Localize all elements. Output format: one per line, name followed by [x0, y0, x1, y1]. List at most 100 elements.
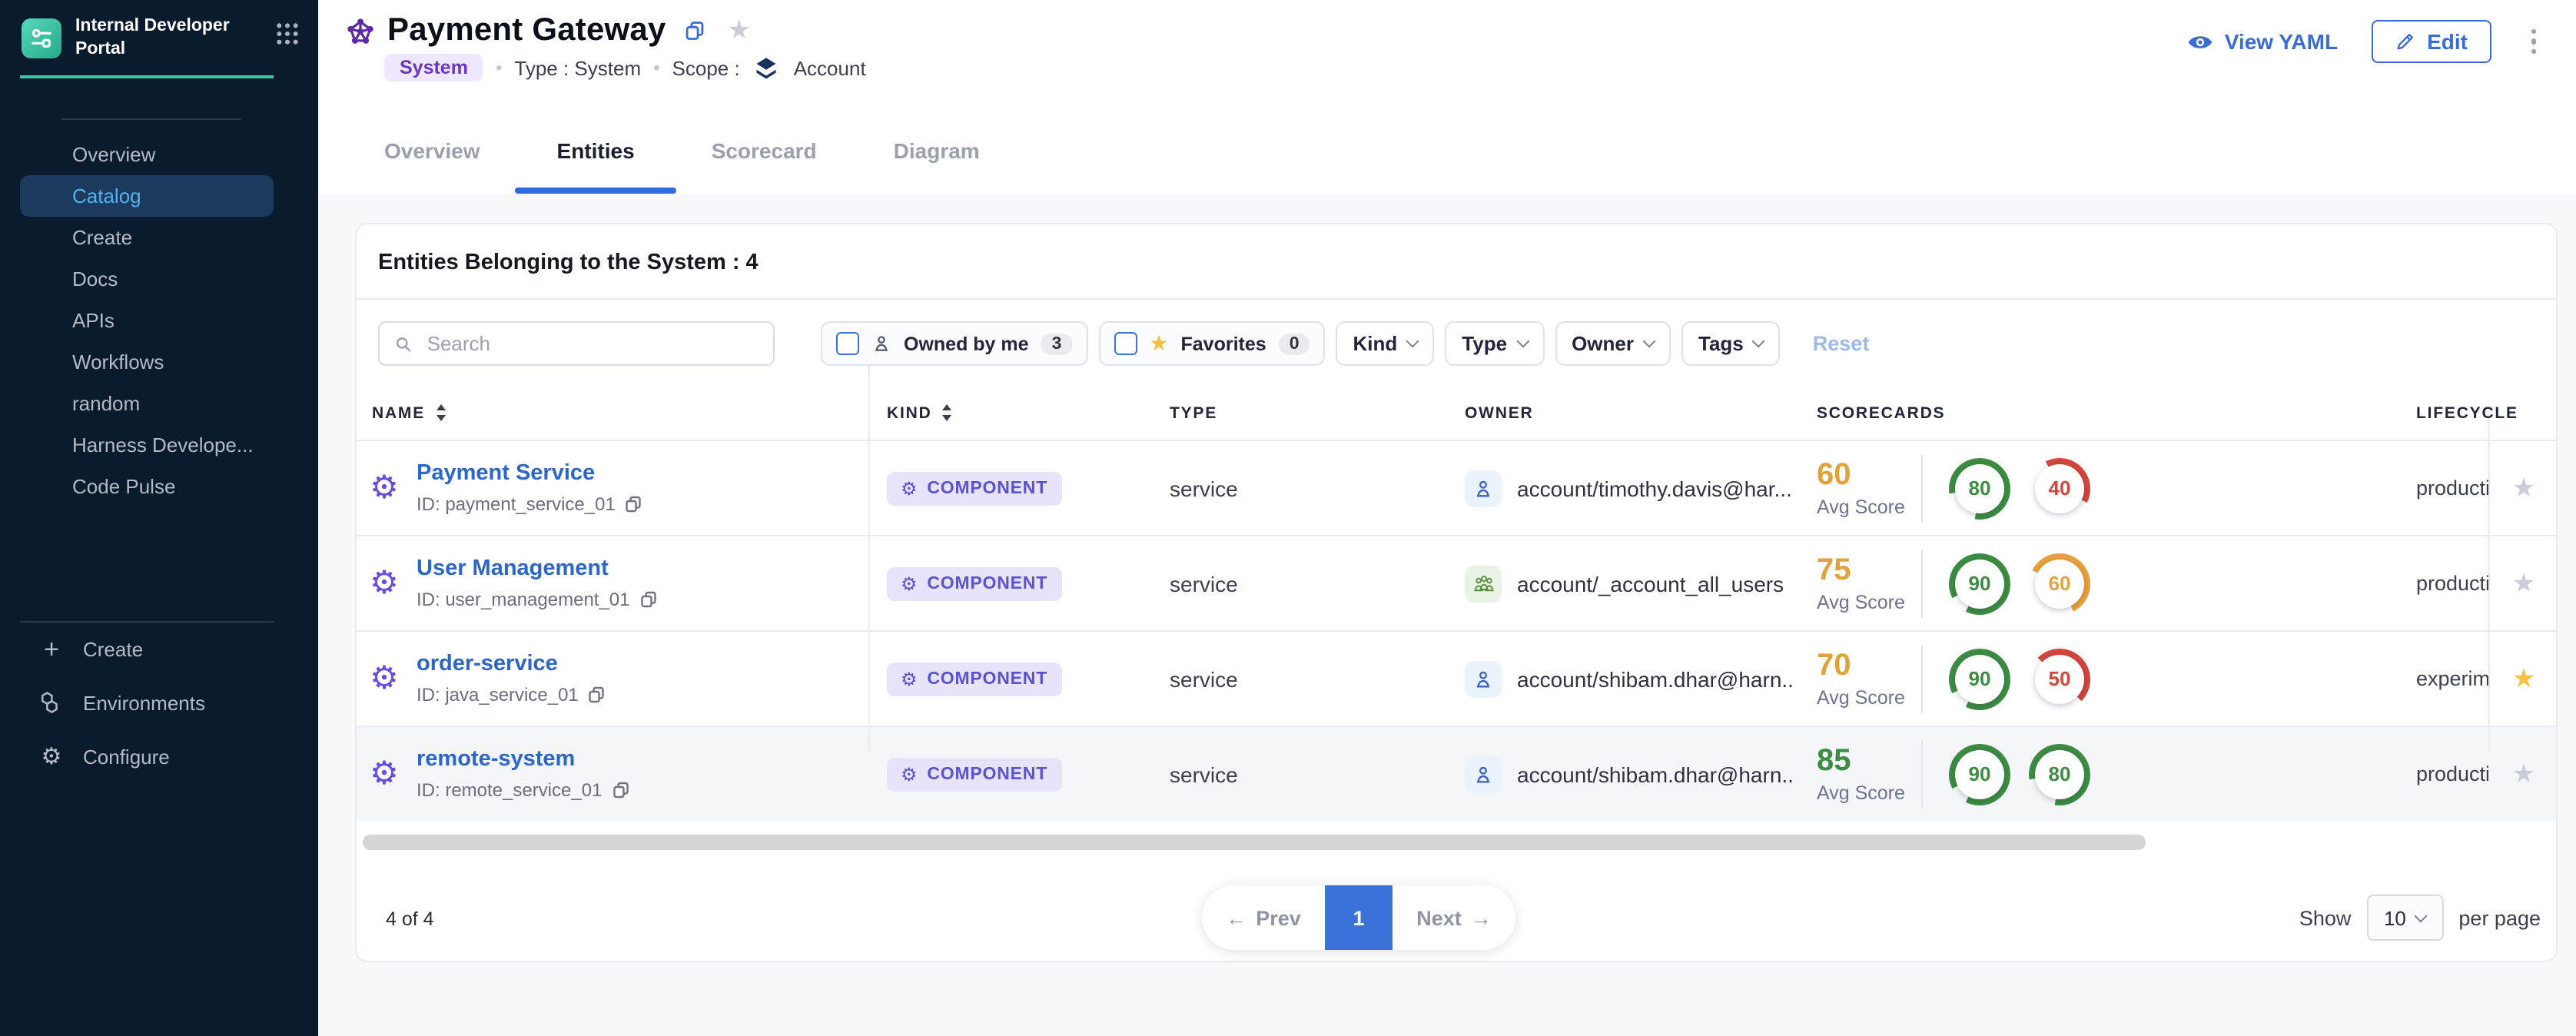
entity-link[interactable]: remote-system — [417, 747, 629, 772]
harness-idp-logo — [22, 18, 61, 58]
pagination: ← Prev 1 Next → — [1202, 885, 1515, 950]
scorecards-cell: 75 Avg Score 90 60 — [1794, 550, 2242, 617]
copy-icon[interactable] — [588, 686, 606, 704]
entity-link[interactable]: Payment Service — [417, 461, 643, 486]
sidebar-footer-configure[interactable]: ⚙ Configure — [0, 730, 318, 784]
tab-diagram[interactable]: Diagram — [894, 108, 980, 194]
column-header-scorecards: SCORECARDS — [1794, 403, 2242, 422]
avg-score-value: 75 — [1817, 554, 1912, 585]
copy-icon[interactable] — [611, 781, 629, 799]
brand-underline — [20, 75, 274, 79]
owner-cell: account/shibam.dhar@harn... — [1440, 755, 1794, 792]
entity-link[interactable]: User Management — [417, 556, 658, 581]
tab-scorecard[interactable]: Scorecard — [712, 108, 817, 194]
search-box — [378, 321, 775, 366]
pencil-icon — [2395, 31, 2416, 52]
entity-link[interactable]: order-service — [417, 652, 606, 676]
dot-separator: • — [653, 57, 659, 78]
entity-name-cell: ⚙ User Management ID: user_management_01 — [357, 556, 868, 610]
sidebar-item-apis[interactable]: APIs — [20, 301, 274, 342]
filter-dropdown-type[interactable]: Type — [1445, 321, 1544, 366]
favorite-star-icon[interactable]: ★ — [2512, 759, 2536, 789]
type-cell: service — [1160, 571, 1440, 596]
sidebar-footer-environments[interactable]: Environments — [0, 676, 318, 730]
filter-dropdown-kind[interactable]: Kind — [1336, 321, 1435, 366]
favorite-star-icon[interactable]: ★ — [2512, 473, 2536, 503]
filter-dropdown-owner[interactable]: Owner — [1555, 321, 1671, 366]
entity-header: Payment Gateway ★ System • Type : System… — [318, 0, 2576, 194]
sidebar-item-catalog[interactable]: Catalog — [20, 176, 274, 217]
sidebar-item-overview[interactable]: Overview — [20, 134, 274, 176]
scope-label: Scope : — [672, 56, 740, 79]
score-gauge: 50 — [2029, 648, 2090, 709]
score-gauge: 80 — [1949, 457, 2010, 519]
score-gauge: 40 — [2029, 457, 2090, 519]
scorecards-cell: 70 Avg Score 90 50 — [1794, 645, 2242, 712]
column-header-kind[interactable]: KIND — [868, 403, 1160, 422]
edit-button[interactable]: Edit — [2372, 20, 2491, 63]
prev-page-button[interactable]: ← Prev — [1202, 906, 1325, 929]
sidebar-item-docs[interactable]: Docs — [20, 259, 274, 301]
column-header-lifecycle: LIFECYCLE — [2242, 403, 2488, 422]
favorite-star-icon[interactable]: ★ — [2512, 663, 2536, 694]
copy-icon[interactable] — [625, 495, 643, 513]
table-row: ⚙ order-service ID: java_service_01 ⚙ CO… — [357, 630, 2556, 726]
apps-grid-icon[interactable] — [275, 22, 300, 54]
score-gauge: 80 — [2029, 743, 2090, 805]
current-page-button[interactable]: 1 — [1325, 885, 1393, 950]
avg-score-label: Avg Score — [1817, 782, 1912, 803]
favorite-cell: ★ — [2488, 473, 2559, 503]
reset-filters-button[interactable]: Reset — [1813, 332, 1870, 355]
component-gear-icon: ⚙ — [366, 758, 403, 790]
filter-bar: Owned by me 3 ★ Favorites 0 Kind Type Ow… — [378, 321, 2556, 366]
entity-id: ID: user_management_01 — [417, 589, 658, 610]
tab-overview[interactable]: Overview — [384, 108, 480, 194]
copy-icon[interactable] — [685, 20, 706, 42]
owner-cell: account/_account_all_users — [1440, 565, 1794, 602]
favorites-checkbox[interactable] — [1114, 332, 1137, 355]
column-divider — [868, 364, 870, 752]
sidebar-item-harness-develope[interactable]: Harness Develope... — [20, 425, 274, 467]
kind-badge: ⚙ COMPONENT — [887, 757, 1061, 791]
sort-icon — [436, 405, 445, 421]
owned-by-me-checkbox[interactable] — [836, 332, 859, 355]
score-divider — [1921, 645, 1923, 712]
chevron-down-icon — [2415, 909, 2428, 922]
horizontal-scrollbar[interactable] — [363, 835, 2146, 850]
sidebar-item-workflows[interactable]: Workflows — [20, 342, 274, 384]
sidebar-footer-create[interactable]: + Create — [0, 623, 318, 676]
sidebar-item-create[interactable]: Create — [20, 217, 274, 259]
favorite-star-icon[interactable]: ★ — [2512, 568, 2536, 599]
brand: Internal Developer Portal — [0, 0, 318, 61]
column-divider — [2488, 418, 2490, 752]
avg-score-label: Avg Score — [1817, 496, 1912, 517]
entity-id: ID: payment_service_01 — [417, 493, 643, 515]
sidebar-divider — [61, 119, 241, 121]
type-cell: service — [1160, 666, 1440, 691]
next-page-button[interactable]: Next → — [1393, 906, 1515, 929]
sidebar-item-random[interactable]: random — [20, 384, 274, 425]
copy-icon[interactable] — [639, 590, 658, 609]
search-icon — [393, 333, 413, 354]
component-gear-icon: ⚙ — [366, 567, 403, 599]
screen: Internal Developer Portal Overview Catal… — [0, 0, 2576, 1036]
component-gear-icon: ⚙ — [366, 472, 403, 504]
page-size-select[interactable]: 10 — [2366, 895, 2443, 941]
view-yaml-button[interactable]: View YAML — [2188, 29, 2338, 54]
favorite-star-icon[interactable]: ★ — [728, 15, 752, 46]
score-gauge: 90 — [1949, 553, 2010, 614]
favorites-filter[interactable]: ★ Favorites 0 — [1098, 321, 1325, 366]
more-options-button[interactable] — [2525, 23, 2542, 61]
tab-entities[interactable]: Entities — [557, 108, 635, 194]
scorecards-cell: 85 Avg Score 90 80 — [1794, 740, 2242, 808]
score-gauge: 60 — [2029, 553, 2090, 614]
sidebar-item-code-pulse[interactable]: Code Pulse — [20, 467, 274, 508]
owned-by-me-filter[interactable]: Owned by me 3 — [821, 321, 1087, 366]
column-header-name[interactable]: NAME — [357, 403, 868, 422]
main: Payment Gateway ★ System • Type : System… — [318, 0, 2576, 1036]
gear-icon: ⚙ — [901, 669, 918, 688]
filter-dropdown-tags[interactable]: Tags — [1681, 321, 1781, 366]
search-input[interactable] — [424, 330, 759, 357]
owned-count-badge: 3 — [1041, 333, 1073, 354]
type-cell: service — [1160, 762, 1440, 786]
